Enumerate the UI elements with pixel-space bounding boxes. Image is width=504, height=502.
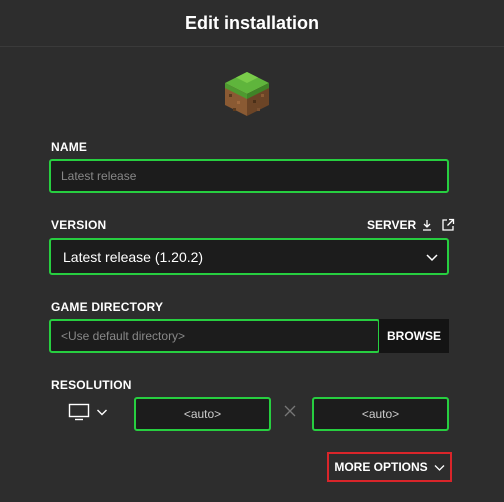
- monitor-icon: [68, 403, 90, 421]
- dialog-header: Edit installation: [0, 0, 504, 47]
- external-link-icon: [442, 218, 455, 231]
- name-label: NAME: [51, 140, 88, 154]
- server-download-link[interactable]: SERVER: [367, 218, 455, 232]
- chevron-down-icon: [426, 253, 438, 261]
- game-directory-field[interactable]: [49, 319, 380, 353]
- chevron-down-icon: [434, 464, 445, 471]
- version-selected-value: Latest release (1.20.2): [63, 248, 204, 265]
- resolution-label: RESOLUTION: [51, 378, 132, 392]
- name-field[interactable]: [49, 159, 449, 193]
- chevron-down-icon: [97, 409, 107, 416]
- resolution-preset-dropdown[interactable]: [68, 403, 108, 421]
- download-icon: [423, 220, 432, 231]
- game-directory-label: GAME DIRECTORY: [51, 300, 164, 314]
- multiply-icon: [284, 405, 296, 417]
- page-title: Edit installation: [184, 12, 319, 33]
- version-label: VERSION: [51, 218, 107, 232]
- resolution-height-field[interactable]: [312, 397, 449, 431]
- name-input[interactable]: [51, 169, 447, 183]
- game-directory-input[interactable]: [51, 329, 378, 343]
- browse-button[interactable]: BROWSE: [379, 319, 449, 353]
- resolution-width-input[interactable]: [136, 406, 269, 422]
- more-options-button[interactable]: MORE OPTIONS: [327, 452, 452, 482]
- resolution-width-field[interactable]: [134, 397, 271, 431]
- server-label: SERVER: [367, 218, 417, 232]
- resolution-height-input[interactable]: [314, 406, 447, 422]
- grass-block-icon: [225, 72, 269, 116]
- more-options-label: MORE OPTIONS: [334, 460, 428, 474]
- version-select[interactable]: Latest release (1.20.2): [49, 238, 449, 275]
